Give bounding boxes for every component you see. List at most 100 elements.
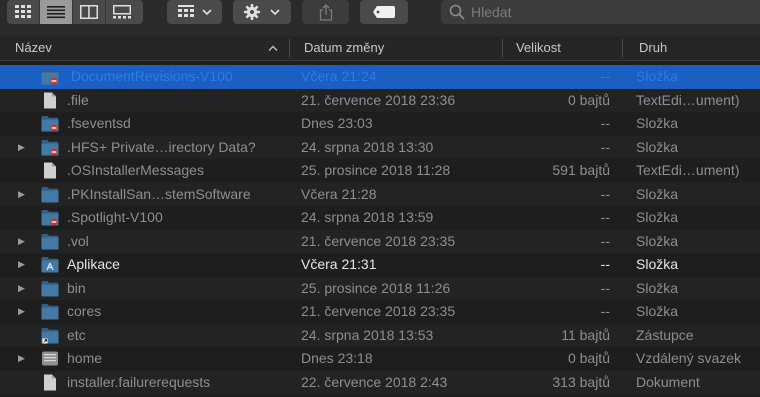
restricted-folder-icon <box>41 116 59 132</box>
action-menu-button[interactable] <box>233 0 291 24</box>
search-field[interactable]: Hledat <box>441 0 760 24</box>
file-row[interactable]: .DocumentRevisions-V100 Včera 21:24 -- Slož… <box>0 65 760 89</box>
disclosure-triangle-icon[interactable]: ▶ <box>18 230 25 254</box>
file-size: -- <box>600 115 610 131</box>
file-name: installer.failurerequests <box>67 373 211 390</box>
date-modified: 24. srpna 2018 13:30 <box>301 138 434 155</box>
file-size: -- <box>600 68 610 84</box>
file-row[interactable]: .Spotlight-V100 24. srpna 2018 13:59 -- Slo… <box>0 206 760 230</box>
column-view-button[interactable] <box>73 0 106 24</box>
icon-view-button[interactable] <box>7 0 40 24</box>
disclosure-triangle-icon[interactable]: ▶ <box>18 183 25 207</box>
disclosure-triangle-icon[interactable]: ▶ <box>18 136 25 160</box>
date-modified: 25. prosince 2018 11:26 <box>301 279 451 296</box>
icon-view-icon <box>15 5 31 18</box>
column-header-size[interactable]: Velikost <box>516 36 561 60</box>
file-size: 591 bajtů <box>552 162 610 178</box>
file-size: 0 bajtů <box>567 91 610 108</box>
date-modified: Dnes 23:18 <box>301 350 373 366</box>
restricted-folder-icon <box>41 210 59 226</box>
folder-icon <box>41 186 59 202</box>
file-kind: Složka <box>636 115 679 131</box>
file-name: Aplikace <box>67 256 120 272</box>
file-row[interactable]: ▶ home Dnes 23:18 0 bajtů Vzdálený svazek <box>0 347 760 371</box>
file-size: -- <box>600 185 610 202</box>
restricted-folder-icon <box>41 139 59 156</box>
file-name: .OSInstallerMessages <box>67 162 204 178</box>
file-kind: Dokument <box>636 373 700 390</box>
date-modified: Včera 21:31 <box>301 256 377 272</box>
file-name: .fseventsd <box>67 115 131 131</box>
file-row[interactable]: .file 21. července 2018 23:36 0 bajtů TextE… <box>0 88 760 112</box>
date-modified: 25. prosince 2018 11:28 <box>301 162 451 178</box>
file-size: -- <box>600 303 610 319</box>
file-row[interactable]: ▶ Aplikace Včera 21:31 -- Složka <box>0 253 760 277</box>
column-divider[interactable] <box>502 39 503 57</box>
date-modified: Dnes 23:03 <box>301 115 373 131</box>
file-name: .HFS+ Private…irectory Data? <box>67 138 256 155</box>
restricted-folder-icon <box>41 69 59 85</box>
file-name: .PKInstallSan…stemSoftware <box>67 185 251 202</box>
file-name: etc <box>67 326 86 343</box>
file-kind: Složka <box>636 209 679 225</box>
file-name: .vol <box>67 232 89 249</box>
file-size: 11 bajtů <box>561 326 610 343</box>
file-row[interactable]: ▶ .HFS+ Private…irectory Data? 24. srpna 2… <box>0 135 760 160</box>
file-size: -- <box>600 138 610 155</box>
file-name: cores <box>67 303 102 319</box>
share-button[interactable] <box>302 0 349 24</box>
disclosure-triangle-icon[interactable]: ▶ <box>18 347 25 371</box>
finder-toolbar: Hledat <box>0 0 760 36</box>
column-header-kind[interactable]: Druh <box>639 36 667 60</box>
folder-icon <box>41 304 59 320</box>
file-size: -- <box>600 209 610 225</box>
file-name: home <box>67 350 103 366</box>
folder-icon <box>41 233 59 249</box>
date-modified: Včera 21:28 <box>301 185 377 202</box>
column-header-date[interactable]: Datum změny <box>304 36 384 60</box>
gear-icon <box>244 4 280 20</box>
file-row[interactable]: ▶ .vol 21. července 2018 23:35 -- Složka <box>0 229 760 254</box>
document-icon <box>44 162 56 179</box>
column-header-name[interactable]: Název <box>15 36 52 60</box>
file-kind: Složka <box>636 232 679 249</box>
list-view-button[interactable] <box>40 0 73 24</box>
file-row[interactable]: ▶ .PKInstallSan…stemSoftware Včera 21:28 --… <box>0 182 760 207</box>
column-divider[interactable] <box>622 39 623 57</box>
date-modified: 21. července 2018 23:35 <box>301 303 456 319</box>
tag-button[interactable] <box>360 0 408 24</box>
date-modified: Včera 21:24 <box>301 68 377 84</box>
file-row[interactable]: ▶ cores 21. července 2018 23:35 -- Složka <box>0 300 760 324</box>
file-kind: Složka <box>636 303 679 319</box>
file-kind: Zástupce <box>636 326 694 343</box>
group-by-button[interactable] <box>167 0 222 24</box>
file-kind: TextEdi…ument) <box>636 162 740 178</box>
folder-icon <box>41 280 59 296</box>
file-row[interactable]: ▶ bin 25. prosince 2018 11:26 -- Složka <box>0 276 760 301</box>
document-icon <box>44 92 56 108</box>
date-modified: 24. srpna 2018 13:59 <box>301 209 434 225</box>
group-by-icon <box>177 5 212 17</box>
file-name: .file <box>67 91 89 108</box>
file-row[interactable]: etc 24. srpna 2018 13:53 11 bajtů Zástupce <box>0 323 760 347</box>
disclosure-triangle-icon[interactable]: ▶ <box>18 277 25 301</box>
gallery-view-button[interactable] <box>106 0 138 24</box>
disclosure-triangle-icon[interactable]: ▶ <box>18 253 25 277</box>
file-row[interactable]: .fseventsd Dnes 23:03 -- Složka <box>0 112 760 136</box>
search-placeholder: Hledat <box>471 4 512 20</box>
file-row[interactable]: installer.failurerequests 22. července 20… <box>0 370 760 394</box>
column-divider[interactable] <box>289 39 290 57</box>
share-icon <box>319 3 332 21</box>
disclosure-triangle-icon[interactable]: ▶ <box>18 300 25 324</box>
date-modified: 21. července 2018 23:36 <box>301 91 456 108</box>
column-header: Název Datum změny Velikost Druh <box>0 36 760 61</box>
file-kind: Složka <box>636 279 679 296</box>
applications-folder-icon <box>41 257 59 273</box>
list-view-icon <box>47 6 65 19</box>
sort-ascending-icon[interactable] <box>268 45 278 51</box>
file-size: 313 bajtů <box>552 373 610 390</box>
file-size: -- <box>600 232 610 249</box>
date-modified: 21. července 2018 23:35 <box>301 232 456 249</box>
file-row[interactable]: .OSInstallerMessages 25. prosince 2018 11… <box>0 159 760 183</box>
gallery-view-icon <box>113 5 131 19</box>
